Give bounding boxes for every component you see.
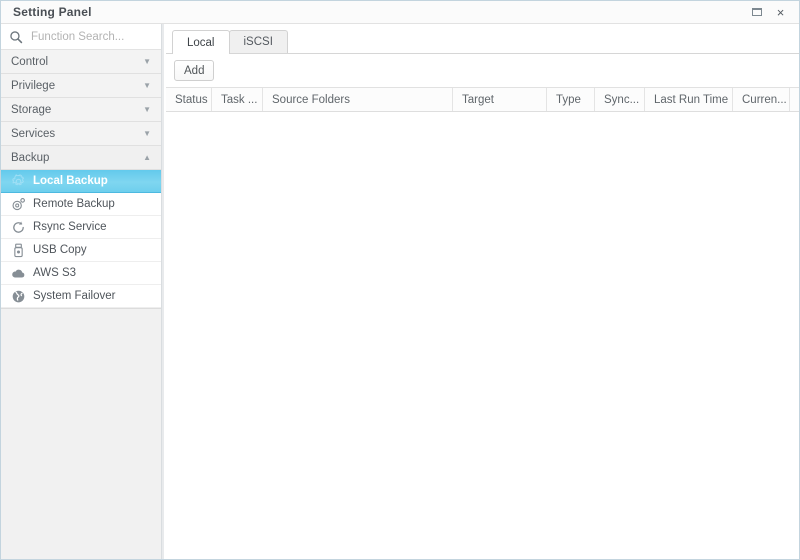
tab-local[interactable]: Local [172,30,230,54]
sidebar-group-label: Privilege [11,79,56,92]
sidebar-item-usb-copy[interactable]: USB Copy [1,239,161,262]
chevron-down-icon: ▼ [143,80,151,90]
sidebar-item-label: Local Backup [33,175,108,187]
cloud-icon [12,269,25,278]
add-button-label: Add [184,64,205,77]
sidebar-group-control[interactable]: Control ▼ [1,50,161,74]
sidebar-item-label: USB Copy [33,244,87,256]
setting-panel-window: Setting Panel × Control ▼ [0,0,800,560]
sidebar-item-rsync-service[interactable]: Rsync Service [1,216,161,239]
chevron-down-icon: ▼ [143,104,151,114]
gear-icon [12,173,25,185]
column-header-last-run-time[interactable]: Last Run Time [645,88,733,111]
sidebar-item-local-backup[interactable]: Local Backup [1,170,161,193]
column-header-current[interactable]: Curren... [733,88,790,111]
sidebar-group-label: Backup [11,151,50,164]
sidebar-group-storage[interactable]: Storage ▼ [1,98,161,122]
sidebar-group-backup[interactable]: Backup ▲ [1,146,161,170]
title-bar: Setting Panel × [1,1,799,24]
restore-icon [751,8,762,16]
sidebar-group-label: Services [11,127,56,140]
column-header-task-name[interactable]: Task ... [212,88,263,111]
close-window-button[interactable]: × [774,6,787,19]
sidebar-group-services[interactable]: Services ▼ [1,122,161,146]
tab-label: iSCSI [243,36,273,48]
toolbar: Add [166,54,799,87]
window-controls: × [750,6,793,19]
column-header-spacer [790,88,799,111]
chevron-down-icon: ▼ [143,56,151,66]
add-button[interactable]: Add [174,60,215,81]
search-icon [10,30,23,43]
column-header-status[interactable]: Status [166,88,212,111]
globe-icon [12,290,25,302]
chevron-up-icon: ▲ [143,152,151,162]
column-header-sync[interactable]: Sync... [595,88,645,111]
window-body: Control ▼ Privilege ▼ Storage ▼ Services… [1,24,799,559]
table-body [166,112,799,559]
column-header-type[interactable]: Type [547,88,595,111]
usb-drive-icon [14,243,23,257]
content-pane: Local iSCSI Add Status Task ... Source F… [162,24,799,559]
restore-window-button[interactable] [750,6,763,19]
sidebar-item-remote-backup[interactable]: Remote Backup [1,193,161,216]
sidebar-group-label: Storage [11,103,52,116]
gear-dot-icon [12,197,25,210]
refresh-icon [13,221,24,233]
sidebar-item-label: System Failover [33,290,116,302]
sidebar-empty-area [1,308,161,559]
close-icon: × [776,4,785,20]
tab-strip: Local iSCSI [166,24,799,54]
sidebar-item-label: Rsync Service [33,221,107,233]
sidebar-item-system-failover[interactable]: System Failover [1,285,161,308]
function-search-row[interactable] [1,24,187,50]
table-header-row: Status Task ... Source Folders Target Ty… [166,88,799,112]
chevron-down-icon: ▼ [143,128,151,138]
sidebar-item-label: AWS S3 [33,267,77,279]
window-title: Setting Panel [13,5,92,19]
tab-label: Local [187,36,215,49]
sidebar-item-label: Remote Backup [33,198,115,210]
backup-task-table: Status Task ... Source Folders Target Ty… [166,87,799,559]
sidebar-item-aws-s3[interactable]: AWS S3 [1,262,161,285]
sidebar-group-label: Control [11,55,49,68]
column-header-target[interactable]: Target [453,88,547,111]
sidebar-group-privilege[interactable]: Privilege ▼ [1,74,161,98]
column-header-source-folders[interactable]: Source Folders [263,88,453,111]
tab-iscsi[interactable]: iSCSI [228,30,288,53]
sidebar: Control ▼ Privilege ▼ Storage ▼ Services… [1,24,187,559]
